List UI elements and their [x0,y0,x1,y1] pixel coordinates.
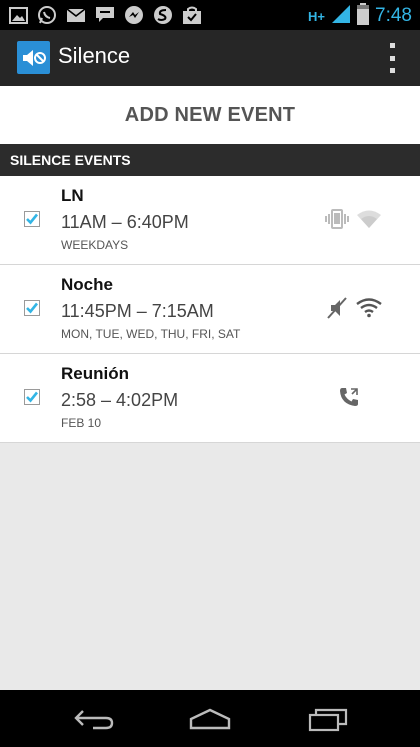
app-title: Silence [58,43,131,68]
clock: 7:48 [375,5,412,26]
event-enabled-checkbox[interactable] [24,389,40,405]
event-name: Reunión [61,364,129,383]
navigation-bar [0,690,420,747]
gmail-icon [66,5,86,25]
network-type-icon: H+ [308,8,326,24]
back-icon[interactable] [72,704,116,734]
wifi-icon [356,206,382,232]
event-days: MON, TUE, WED, THU, FRI, SAT [61,327,241,341]
event-time: 2:58 – 4:02PM [61,390,179,410]
notification-icons [8,5,202,25]
mute-icon [324,295,350,321]
event-row[interactable]: Noche 11:45PM – 7:15AM MON, TUE, WED, TH… [0,265,420,354]
event-mode-icons [324,206,382,232]
overflow-menu-icon[interactable] [386,43,398,73]
event-time: 11:45PM – 7:15AM [61,301,214,321]
event-enabled-checkbox[interactable] [24,211,40,227]
events-list: LN 11AM – 6:40PM WEEKDAYS Noche 11:45PM … [0,176,420,443]
event-name: LN [61,186,84,205]
main-content: ADD NEW EVENT SILENCE EVENTS LN 11AM – 6… [0,86,420,690]
swype-icon [153,5,173,25]
app-icon[interactable] [17,41,50,74]
whatsapp-icon [37,5,57,25]
event-days: FEB 10 [61,416,102,430]
battery-icon [357,3,370,29]
speaker-silence-icon [22,49,46,66]
phone-icon [336,384,362,410]
checkmark-icon [26,213,39,225]
event-time: 11AM – 6:40PM [61,212,189,232]
event-mode-icons [324,295,382,321]
event-mode-icons [336,384,362,410]
add-new-event-button[interactable]: ADD NEW EVENT [0,86,420,144]
checkmark-icon [26,302,39,314]
checkmark-icon [26,391,39,403]
network-type-label: H+ [308,8,326,24]
event-enabled-checkbox[interactable] [24,300,40,316]
event-row[interactable]: LN 11AM – 6:40PM WEEKDAYS [0,176,420,265]
market-icon [182,5,202,25]
event-row[interactable]: Reunión 2:58 – 4:02PM FEB 10 [0,354,420,443]
section-header: SILENCE EVENTS [0,144,420,176]
home-icon[interactable] [188,704,232,734]
signal-icon [331,4,351,28]
system-status: H+ 7:48 [308,3,412,29]
event-days: WEEKDAYS [61,238,129,252]
messenger-icon [124,5,144,25]
recent-apps-icon[interactable] [306,704,350,734]
image-icon [8,5,28,25]
action-bar: Silence [0,30,420,86]
status-bar: H+ 7:48 [0,0,420,30]
talk-icon [95,5,115,25]
event-name: Noche [61,275,113,294]
wifi-icon [356,295,382,321]
vibrate-icon [324,206,350,232]
